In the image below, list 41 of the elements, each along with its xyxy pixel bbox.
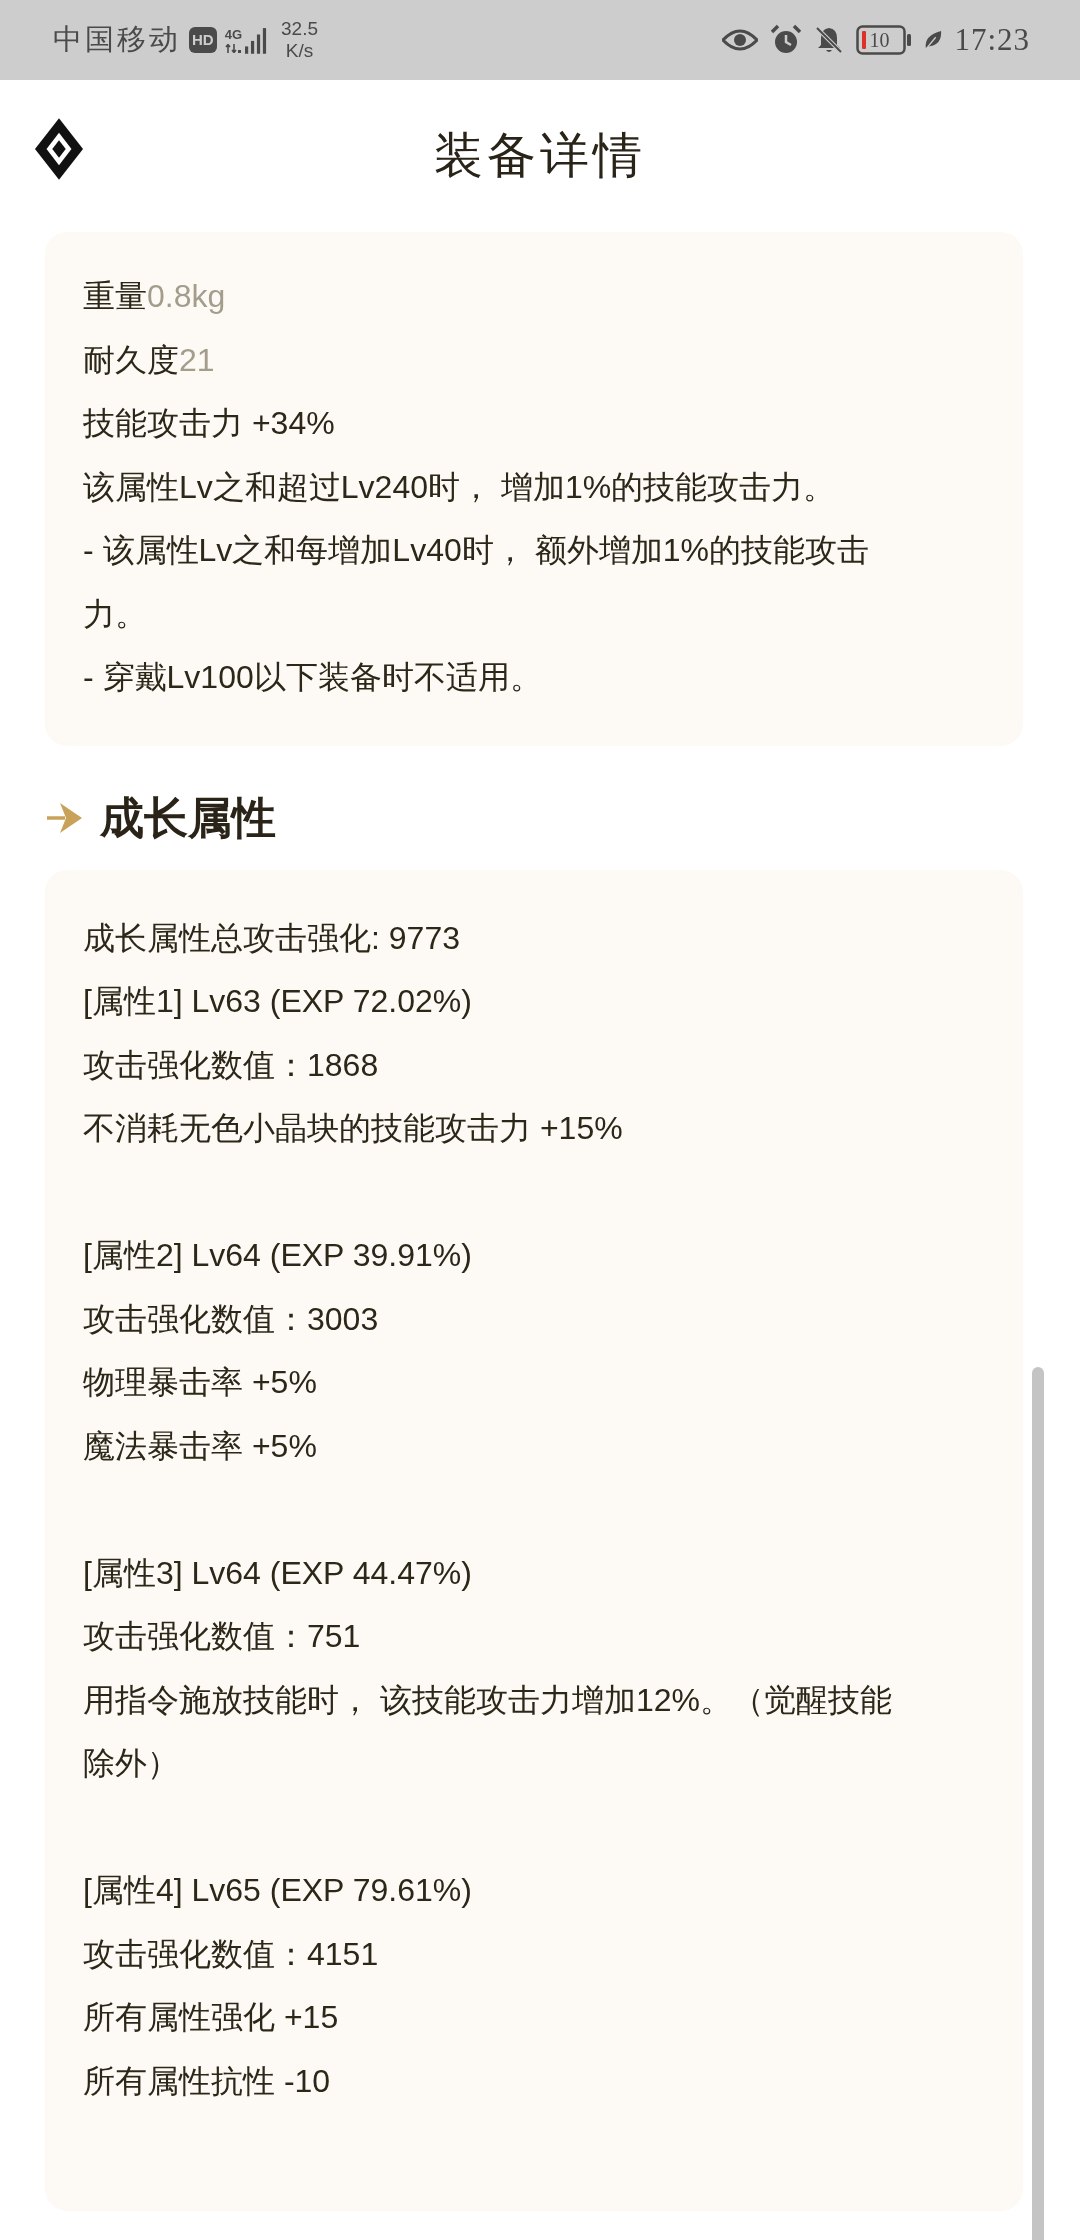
battery-percentage: 10 [869,29,890,51]
detail-text: - 该属性Lv之和每增加Lv40时， 额外增加1%的技能攻击力。 [83,531,870,634]
stat-line: 攻击强化数值：3003 [83,1299,380,1339]
hd-badge: HD [189,27,217,53]
network-speed-unit: K/s [285,40,314,62]
diamond-logo-icon [35,118,83,180]
stat-line: 物理暴击率 +5% [83,1363,318,1402]
detail-text: 该属性Lv之和超过Lv240时， 增加1%的技能攻击力。 [83,467,837,507]
stat-line: 用指令施放技能时， 该技能攻击力增加12%。（觉醒技能除外） [83,1680,893,1783]
field-label: 耐久度 [83,341,179,378]
network-speed-value: 32.5 [281,18,318,40]
field-label: 重量 [83,278,147,314]
stat-line: 不消耗无色小晶块的技能攻击力 +15% [83,1109,624,1148]
battery-icon [856,25,913,55]
stat-line: [属性2] Lv64 (EXP 39.91%) [83,1236,473,1275]
network-type-label: 4G [224,27,242,42]
data-arrows-icon [225,43,242,53]
alarm-clock-icon [770,24,803,56]
muted-bell-icon [814,25,845,55]
stat-line: 成长属性总攻击强化: 9773 [83,918,461,958]
section-arrow-icon [47,800,83,835]
stat-line: 攻击强化数值：751 [83,1617,362,1656]
page-title: 装备详情 [434,127,646,185]
stat-line: [属性1] Lv63 (EXP 72.02%) [83,982,473,1021]
detail-text: - 穿戴Lv100以下装备时不适用。 [83,658,543,697]
carrier-name: 中国移动 [53,22,181,57]
eye-icon [722,28,759,52]
field-value: 0.8kg [147,278,226,314]
stat-line: [属性4] Lv65 (EXP 79.61%) [83,1871,473,1910]
section-title: 成长属性 [100,793,276,842]
stat-line: 所有属性抗性 -10 [83,2061,332,2101]
stat-line: [属性3] Lv64 (EXP 44.47%) [83,1553,473,1593]
leaf-icon [924,29,943,51]
stat-line: 魔法暴击率 +5% [83,1426,318,1466]
status-time: 17:23 [954,22,1030,58]
stat-line: 攻击强化数值：1868 [83,1045,380,1085]
stat-line: 所有属性强化 +15 [83,1998,340,2037]
signal-bars-icon [245,26,267,54]
field-value: 21 [179,341,215,378]
detail-text: 技能攻击力 +34% [83,404,336,443]
stat-line: 攻击强化数值：4151 [83,1934,380,1974]
